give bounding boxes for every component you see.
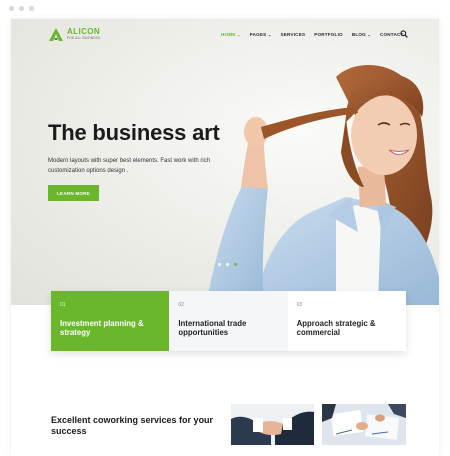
logo-mark-icon	[49, 28, 63, 41]
nav-item-services[interactable]: SERVICES	[280, 32, 305, 37]
slider-dot-active[interactable]	[234, 263, 237, 266]
slider-pagination	[218, 263, 237, 266]
feature-title: Approach strategic & commercial	[296, 319, 376, 337]
learn-more-button[interactable]: LEARN MORE	[48, 185, 99, 201]
window-dot[interactable]	[29, 6, 34, 11]
feature-title: International trade opportunities	[178, 319, 247, 337]
nav-item-label: SERVICES	[280, 32, 306, 37]
nav-menu: HOME ⌄ PAGES ⌄ SERVICES PORTFOLIO BLOG ⌄	[221, 32, 403, 37]
chevron-down-icon: ⌄	[367, 32, 371, 37]
feature-cards: 01 Investment planning & strategy 02 Int…	[51, 291, 406, 351]
hero-description: Modern layouts with super best elements.…	[48, 158, 211, 174]
nav-item-home[interactable]: HOME ⌄	[221, 32, 241, 37]
slider-dot[interactable]	[226, 263, 229, 266]
brand-tagline: FOR ALL BUSINESS	[67, 36, 101, 41]
chevron-down-icon: ⌄	[237, 32, 241, 37]
hero-photo	[206, 65, 439, 305]
section-title: Excellent coworking services for your su…	[51, 415, 214, 436]
feature-card[interactable]: 02 International trade opportunities	[169, 291, 288, 351]
window-dot[interactable]	[19, 6, 24, 11]
nav-item-blog[interactable]: BLOG ⌄	[352, 32, 371, 37]
feature-number: 02	[178, 302, 184, 308]
feature-card[interactable]: 01 Investment planning & strategy	[51, 291, 170, 351]
chevron-down-icon: ⌄	[267, 32, 272, 37]
handshake-photo	[231, 404, 314, 445]
brand-logo[interactable]: ALICON FOR ALL BUSINESS	[49, 28, 100, 41]
window-dot[interactable]	[9, 6, 14, 11]
nav-item-label: PAGES	[249, 32, 267, 37]
feature-title: Investment planning & strategy	[60, 319, 144, 337]
search-icon[interactable]	[400, 30, 408, 38]
feature-card[interactable]: 03 Approach strategic & commercial	[287, 291, 406, 351]
nav-item-label: BLOG	[351, 32, 366, 37]
meeting-photo	[322, 404, 406, 445]
website-preview: ALICON FOR ALL BUSINESS HOME ⌄ PAGES ⌄ S…	[11, 19, 439, 456]
hero-section: ALICON FOR ALL BUSINESS HOME ⌄ PAGES ⌄ S…	[11, 19, 439, 305]
slider-dot[interactable]	[218, 263, 221, 266]
feature-number: 03	[296, 302, 303, 308]
brand-name: ALICON	[67, 27, 101, 37]
nav-item-label: PORTFOLIO	[314, 32, 343, 37]
nav-item-portfolio[interactable]: PORTFOLIO	[314, 32, 343, 37]
nav-item-label: HOME	[221, 32, 236, 37]
window-controls	[9, 6, 34, 11]
hero-title: The business art	[48, 120, 220, 145]
feature-number: 01	[60, 302, 66, 308]
main-navigation: ALICON FOR ALL BUSINESS HOME ⌄ PAGES ⌄ S…	[11, 19, 439, 53]
nav-item-pages[interactable]: PAGES ⌄	[250, 32, 272, 37]
